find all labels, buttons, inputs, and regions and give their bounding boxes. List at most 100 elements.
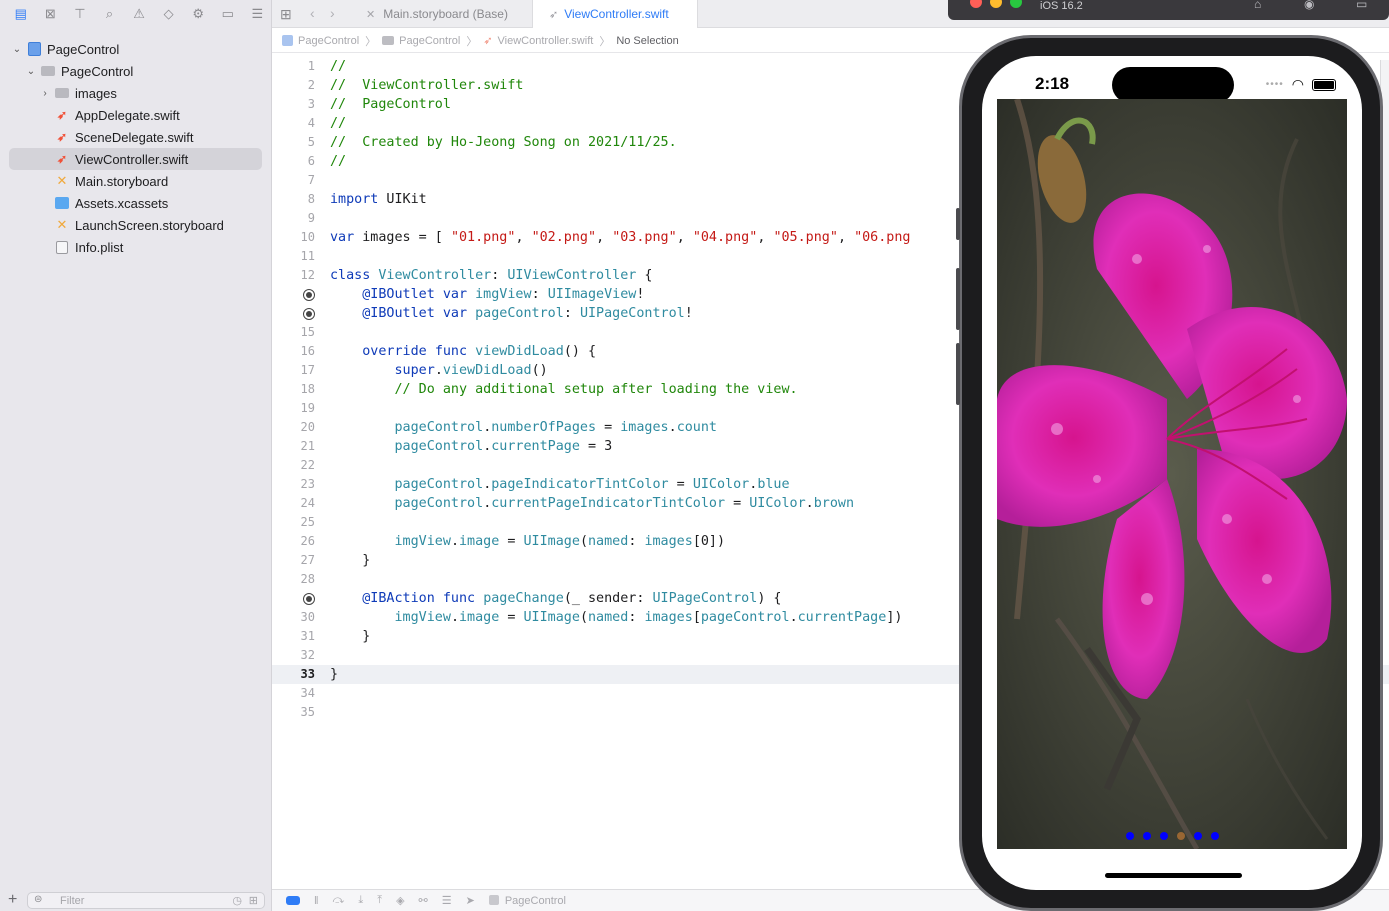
volume-down-button[interactable]	[956, 343, 960, 405]
location-icon[interactable]: ➤	[466, 894, 475, 907]
action-button[interactable]	[956, 208, 960, 240]
code-token: image	[459, 610, 500, 625]
code-token: }	[330, 553, 371, 568]
test-icon[interactable]: ◇	[154, 0, 184, 28]
line-number: 9	[307, 211, 315, 225]
forward-arrow-icon[interactable]: ›	[330, 5, 335, 21]
close-icon[interactable]: ✕	[366, 8, 375, 21]
page-indicator-current[interactable]	[1176, 832, 1185, 840]
tree-item[interactable]: Info.plist	[0, 236, 272, 258]
issue-icon[interactable]: ⚠	[124, 0, 154, 28]
tree-item[interactable]: ✕ Main.storyboard	[0, 170, 272, 192]
source-control-icon[interactable]: ⊠	[36, 0, 66, 28]
code-text: @IBOutlet var pageControl: UIPageControl…	[330, 304, 693, 323]
line-number: 8	[307, 192, 315, 206]
step-over-icon[interactable]: ⤼	[333, 894, 345, 907]
outlet-connection-icon[interactable]	[303, 593, 315, 605]
filter-icon: ⊜	[34, 894, 43, 905]
breakpoint-icon[interactable]: ▭	[213, 0, 243, 28]
related-items-icon[interactable]: ⊞	[280, 6, 292, 23]
code-token: "06.png	[854, 230, 911, 245]
tree-item[interactable]: ➶ AppDelegate.swift	[0, 104, 272, 126]
jumpbar-symbol[interactable]: No Selection	[616, 35, 678, 47]
line-number: 27	[300, 553, 315, 567]
screenshot-icon[interactable]: ◉	[1304, 0, 1314, 11]
tree-item[interactable]: ⌄ PageControl	[0, 38, 272, 60]
outlet-connection-icon[interactable]	[303, 289, 315, 301]
page-indicator[interactable]	[1193, 832, 1202, 840]
code-token: import	[330, 192, 379, 207]
scm-filter-icon[interactable]: ⊞	[249, 894, 258, 907]
code-token: UIColor	[692, 477, 750, 492]
tree-item[interactable]: › images	[0, 82, 272, 104]
tree-item[interactable]: ⌄ PageControl	[0, 60, 272, 82]
chevron-down-icon[interactable]: ⌄	[26, 66, 36, 77]
page-indicator[interactable]	[1142, 832, 1151, 840]
tree-item-label: AppDelegate.swift	[75, 107, 180, 123]
rotate-icon[interactable]: ▭	[1356, 0, 1367, 11]
jumpbar-file[interactable]: ViewController.swift	[498, 35, 594, 47]
recent-icon[interactable]: ◷	[232, 894, 242, 907]
target-label: PageControl	[488, 894, 566, 907]
add-icon[interactable]: +	[8, 891, 17, 909]
debug-icon[interactable]: ⚙	[183, 0, 213, 28]
chevron-right-icon[interactable]: ›	[40, 88, 50, 99]
environment-icon[interactable]: ☰	[442, 894, 452, 907]
navigator-toolbar: ▤ ⊠ ⊤ ⌕ ⚠ ◇ ⚙ ▭ ☰	[0, 0, 272, 28]
code-token: UIKit	[378, 192, 427, 207]
filter-input[interactable]: ⊜ Filter ◷ ⊞	[27, 892, 265, 909]
step-out-icon[interactable]: ⤒	[377, 894, 382, 907]
home-button-icon[interactable]: ⌂	[1254, 0, 1261, 11]
folder-icon[interactable]: ▤	[6, 0, 36, 28]
chevron-down-icon[interactable]: ⌄	[12, 44, 22, 55]
tree-item[interactable]: ✕ LaunchScreen.storyboard	[0, 214, 272, 236]
simulator-titlebar: iOS 16.2 ⌂ ◉ ▭	[948, 0, 1389, 20]
tab-main-storyboard[interactable]: ✕ Main.storyboard (Base)	[350, 0, 532, 28]
find-icon[interactable]: ⌕	[95, 0, 125, 28]
step-in-icon[interactable]: ⤓	[358, 894, 363, 907]
page-indicator[interactable]	[1125, 832, 1134, 840]
pause-icon[interactable]: ‖	[314, 895, 319, 907]
report-icon[interactable]: ☰	[243, 0, 273, 28]
tree-item[interactable]: ➶ SceneDelegate.swift	[0, 126, 272, 148]
back-arrow-icon[interactable]: ‹	[310, 5, 315, 21]
line-number: 33	[300, 667, 315, 681]
home-indicator[interactable]	[1105, 873, 1242, 878]
code-text: //	[330, 114, 346, 133]
code-token: =	[499, 610, 524, 625]
code-token: imgView	[475, 287, 532, 302]
line-number: 32	[300, 648, 315, 662]
code-text: }	[330, 665, 338, 684]
code-text: }	[330, 627, 370, 646]
view-debugger-icon[interactable]: ◈	[396, 894, 404, 907]
page-indicator[interactable]	[1210, 832, 1219, 840]
close-window-button[interactable]	[970, 0, 982, 8]
zoom-window-button[interactable]	[1010, 0, 1022, 8]
page-indicator[interactable]	[1159, 832, 1168, 840]
tree-item-label: Main.storyboard	[75, 173, 169, 189]
jumpbar-group[interactable]: PageControl	[399, 35, 460, 47]
tree-item[interactable]: Assets.xcassets	[0, 192, 272, 214]
jumpbar-separator: 〉	[466, 35, 478, 48]
code-token: UIPageControl	[652, 591, 758, 606]
outlet-connection-icon[interactable]	[303, 308, 315, 320]
memory-graph-icon[interactable]: ⚯	[419, 894, 428, 907]
page-control[interactable]	[997, 832, 1347, 840]
code-token: // ViewController.swift	[330, 78, 524, 93]
code-token: images	[644, 534, 693, 549]
tab-viewcontroller-swift[interactable]: ➶ ViewController.swift	[532, 0, 698, 28]
volume-up-button[interactable]	[956, 268, 960, 330]
code-token: images	[644, 610, 693, 625]
tree-item[interactable]: ➶ ViewController.swift	[9, 148, 262, 170]
code-token: var	[330, 230, 355, 245]
code-token: currentPage	[491, 439, 580, 454]
minimize-window-button[interactable]	[990, 0, 1002, 8]
jumpbar-project[interactable]: PageControl	[298, 35, 359, 47]
symbol-icon[interactable]: ⊤	[65, 0, 95, 28]
console-toggle-icon[interactable]	[286, 896, 300, 905]
